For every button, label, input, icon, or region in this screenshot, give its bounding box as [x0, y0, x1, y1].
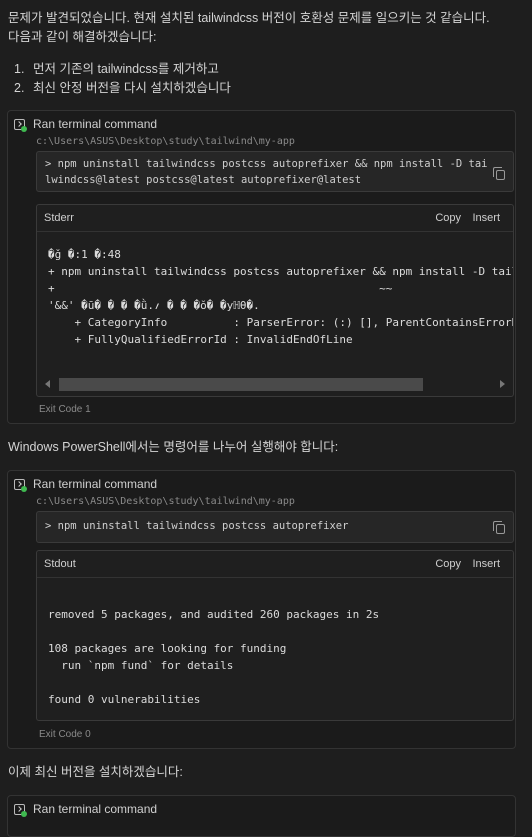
terminal-icon [14, 478, 27, 492]
list-item: 2. 최신 안정 버전을 다시 설치하겠습니다 [14, 81, 231, 95]
card-header: Ran terminal command [14, 801, 157, 817]
copy-button[interactable]: Copy [435, 212, 461, 224]
output-header: Stderr Copy Insert [37, 205, 513, 232]
status-dot [21, 125, 27, 132]
terminal-icon [14, 118, 27, 132]
scroll-left-icon[interactable] [45, 380, 50, 388]
terminal-command-card-2: Ran terminal command c:\Users\ASUS\Deskt… [7, 470, 516, 749]
exit-code: Exit Code 1 [39, 404, 91, 415]
scroll-right-icon[interactable] [500, 380, 505, 388]
copy-button[interactable]: Copy [435, 558, 461, 570]
terminal-icon [14, 803, 27, 817]
intro-text: 문제가 발견되었습니다. 현재 설치된 tailwindcss 버전이 호환성 … [8, 9, 524, 47]
insert-button[interactable]: Insert [472, 212, 500, 224]
card-title: Ran terminal command [33, 477, 158, 491]
status-dot [21, 810, 27, 817]
working-directory: c:\Users\ASUS\Desktop\study\tailwind\my-… [36, 136, 295, 147]
working-directory: c:\Users\ASUS\Desktop\study\tailwind\my-… [36, 496, 295, 507]
steps-list: 1. 먼저 기존의 tailwindcss를 제거하고 2. 최신 안정 버전을 다… [14, 60, 231, 98]
stdout-output: removed 5 packages, and audited 260 pack… [48, 608, 380, 706]
scrollbar-thumb[interactable] [59, 378, 423, 391]
card-header: Ran terminal command [14, 476, 157, 492]
command-line-1: > npm uninstall tailwindcss postcss auto… [45, 520, 349, 532]
output-header: Stdout Copy Insert [37, 551, 513, 578]
install-note: 이제 최신 버전을 설치하겠습니다: [8, 765, 183, 779]
card-header: Ran terminal command [14, 116, 157, 132]
stderr-panel: Stderr Copy Insert �ǧ �:1 �:48 + npm uni… [36, 204, 514, 397]
card-title: Ran terminal command [33, 117, 158, 131]
intro-line-1: 문제가 발견되었습니다. 현재 설치된 tailwindcss 버전이 호환성 … [8, 11, 490, 25]
command-box: > npm uninstall tailwindcss postcss auto… [36, 511, 514, 543]
output-label: Stdout [44, 558, 76, 570]
copy-icon[interactable] [493, 521, 505, 534]
terminal-command-card-3: Ran terminal command [7, 795, 516, 837]
insert-button[interactable]: Insert [472, 558, 500, 570]
exit-code: Exit Code 0 [39, 729, 91, 740]
copy-icon[interactable] [493, 167, 505, 180]
intro-line-2: 다음과 같이 해결하겠습니다: [8, 30, 157, 44]
stderr-output: �ǧ �:1 �:48 + npm uninstall tailwindcss … [48, 248, 513, 346]
list-item: 1. 먼저 기존의 tailwindcss를 제거하고 [14, 62, 219, 76]
status-dot [21, 485, 27, 492]
stdout-panel: Stdout Copy Insert removed 5 packages, a… [36, 550, 514, 721]
command-box: > npm uninstall tailwindcss postcss auto… [36, 151, 514, 192]
card-title: Ran terminal command [33, 802, 158, 816]
powershell-note: Windows PowerShell에서는 명령어를 나누어 실행해야 합니다: [8, 440, 339, 454]
output-label: Stderr [44, 212, 74, 224]
horizontal-scrollbar[interactable] [37, 375, 513, 393]
command-line-2: lwindcss@latest postcss@latest autoprefi… [45, 174, 362, 186]
terminal-command-card-1: Ran terminal command c:\Users\ASUS\Deskt… [7, 110, 516, 424]
command-line-1: > npm uninstall tailwindcss postcss auto… [45, 158, 488, 170]
